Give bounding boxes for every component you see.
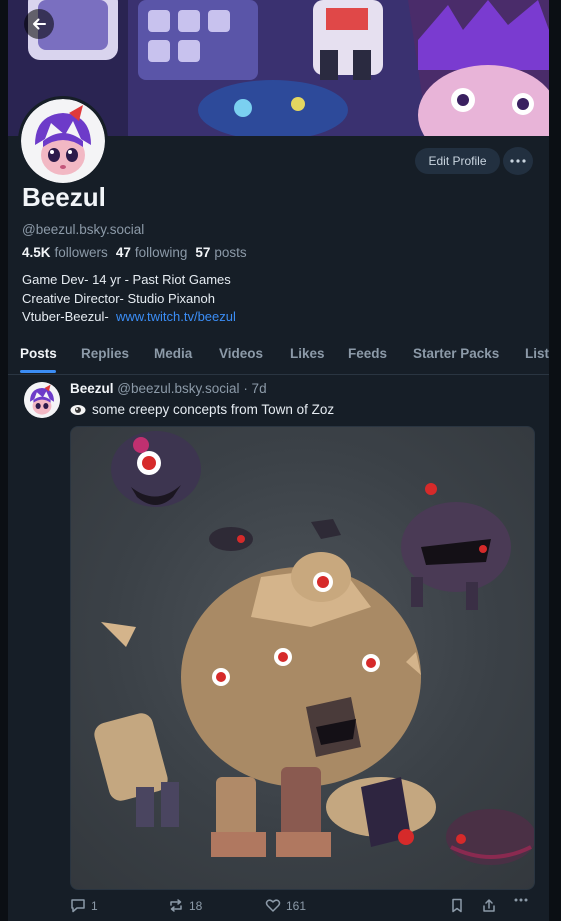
- bookmark-button[interactable]: [450, 898, 464, 913]
- tab-media[interactable]: Media: [154, 346, 192, 361]
- post-more-button[interactable]: [514, 898, 528, 902]
- tab-videos[interactable]: Videos: [219, 346, 263, 361]
- tab-replies[interactable]: Replies: [81, 346, 129, 361]
- post-author-name[interactable]: Beezul: [70, 381, 114, 396]
- repost-count: 18: [189, 898, 203, 913]
- followers-count: 4.5K: [22, 245, 51, 260]
- share-button[interactable]: [482, 898, 496, 913]
- bio-line-text: Vtuber-Beezul-: [22, 309, 109, 324]
- reply-count: 1: [91, 898, 98, 913]
- reply-icon: [71, 899, 85, 913]
- following-label: following: [134, 245, 188, 260]
- tab-feeds[interactable]: Feeds: [348, 346, 387, 361]
- avatar-image: [21, 99, 105, 183]
- tab-posts[interactable]: Posts: [20, 346, 57, 361]
- post-body: some creepy concepts from Town of Zoz: [70, 402, 334, 417]
- following-stat[interactable]: 47 following: [116, 245, 188, 260]
- posts-count: 57: [195, 245, 211, 260]
- back-button[interactable]: [24, 9, 54, 39]
- ellipsis-icon: [514, 898, 528, 902]
- bio-line: Game Dev- 14 yr - Past Riot Games: [22, 272, 231, 287]
- following-count: 47: [115, 245, 131, 260]
- left-gutter: [0, 0, 8, 921]
- reply-button[interactable]: 1: [70, 898, 98, 913]
- posts-label: posts: [214, 245, 247, 260]
- like-count: 161: [286, 898, 307, 913]
- avatar-image: [24, 382, 60, 418]
- post-timestamp[interactable]: · 7d: [243, 381, 266, 396]
- twitch-link[interactable]: www.twitch.tv/beezul: [116, 309, 236, 324]
- post-actions: 1 18 161: [70, 898, 540, 918]
- heart-icon: [265, 899, 281, 912]
- repost-button[interactable]: 18: [168, 898, 202, 913]
- post-header: Beezul @beezul.bsky.social · 7d: [70, 381, 267, 396]
- active-tab-indicator: [20, 370, 56, 373]
- right-gutter: [549, 0, 561, 921]
- profile-column: Edit Profile Beezul @beezul.bsky.social …: [8, 0, 549, 921]
- profile-bio: Game Dev- 14 yr - Past Riot Games Creati…: [22, 271, 236, 327]
- share-icon: [483, 899, 495, 912]
- tab-likes[interactable]: Likes: [290, 346, 325, 361]
- posts-stat: 57 posts: [195, 245, 246, 260]
- more-options-button[interactable]: [503, 147, 533, 175]
- display-name: Beezul: [22, 182, 106, 212]
- tab-lists[interactable]: List: [525, 346, 549, 361]
- feed-post[interactable]: Beezul @beezul.bsky.social · 7d some cre…: [8, 374, 549, 921]
- profile-stats: 4.5K followers 47 following 57 posts: [22, 245, 255, 260]
- bio-line: Creative Director- Studio Pixanoh: [22, 290, 215, 306]
- creature-concept-art: [94, 431, 534, 865]
- profile-tabs: Posts Replies Media Videos Likes Feeds S…: [8, 340, 549, 375]
- eye-emoji-icon: [70, 404, 86, 415]
- repost-icon: [170, 899, 182, 912]
- profile-handle: @beezul.bsky.social: [22, 222, 145, 237]
- edit-profile-button[interactable]: Edit Profile: [415, 148, 500, 174]
- tab-starter-packs[interactable]: Starter Packs: [413, 346, 499, 361]
- profile-avatar[interactable]: [18, 96, 108, 186]
- followers-stat[interactable]: 4.5K followers: [22, 245, 108, 260]
- bio-line: Vtuber-Beezul- www.twitch.tv/beezul: [22, 308, 236, 327]
- like-button[interactable]: 161: [265, 898, 306, 913]
- post-author-handle[interactable]: @beezul.bsky.social: [117, 381, 239, 396]
- post-image[interactable]: [70, 426, 535, 890]
- post-author-avatar[interactable]: [24, 382, 60, 418]
- ellipsis-icon: [510, 159, 526, 163]
- post-text: some creepy concepts from Town of Zoz: [92, 402, 335, 417]
- followers-label: followers: [54, 245, 108, 260]
- arrow-left-icon: [33, 18, 46, 30]
- bookmark-icon: [452, 898, 462, 913]
